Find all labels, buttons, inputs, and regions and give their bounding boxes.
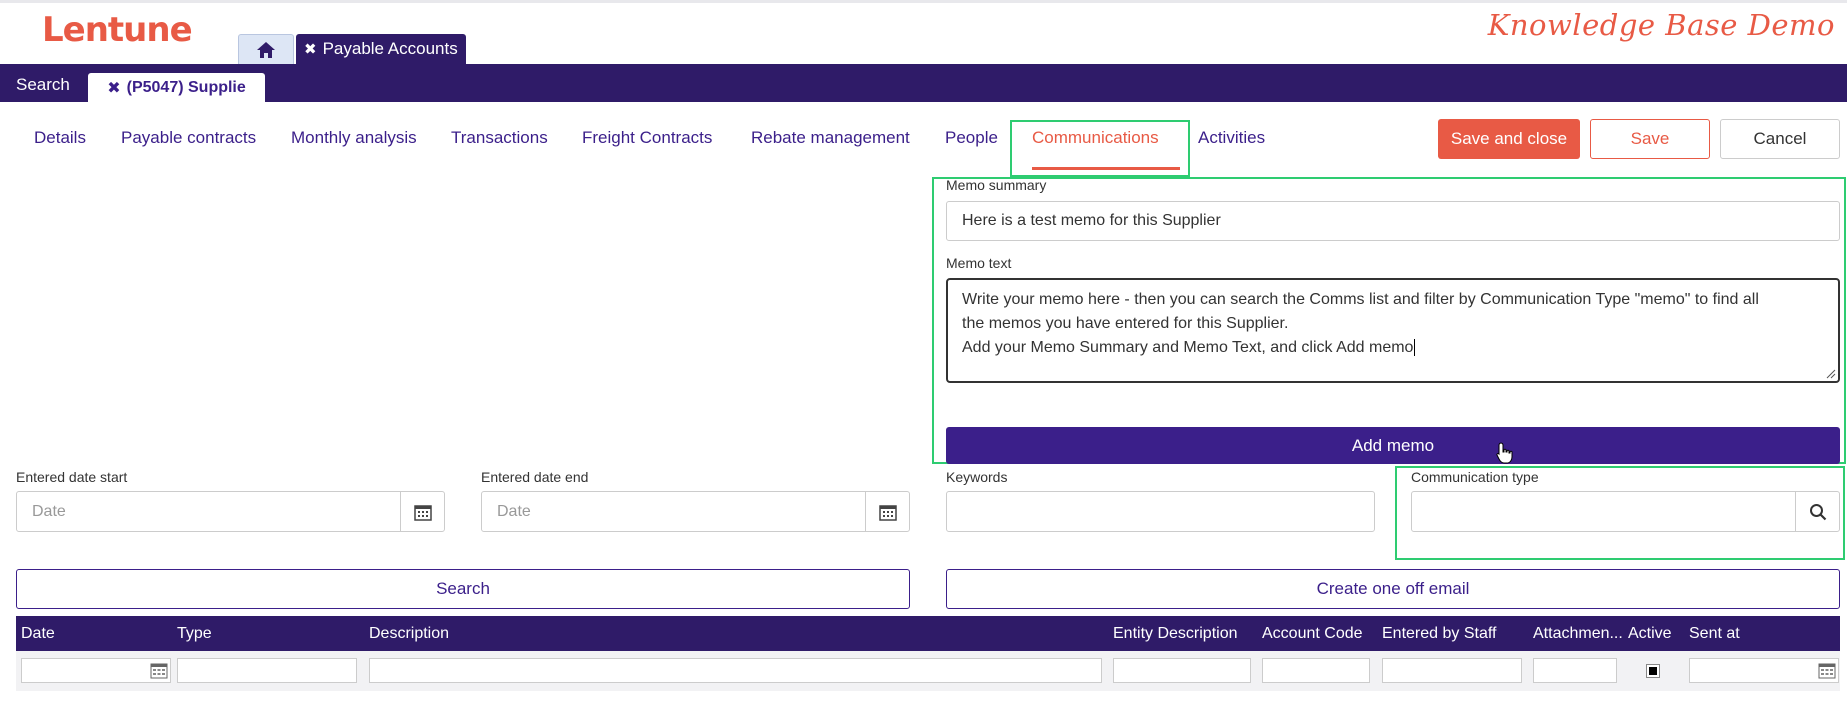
date-start-placeholder: Date [32,502,66,520]
communication-type-label: Communication type [1411,469,1539,485]
column-header-attachments[interactable]: Attachmen... [1533,625,1623,643]
filter-account-code-input[interactable] [1262,658,1370,683]
communication-type-input[interactable] [1411,491,1840,532]
column-header-active[interactable]: Active [1628,625,1672,643]
tab-details[interactable]: Details [34,128,86,148]
memo-text-label: Memo text [946,255,1012,271]
hand-cursor-icon [1496,442,1513,464]
communications-grid-header: Date Type Description Entity Description… [16,616,1840,651]
column-header-account-code[interactable]: Account Code [1262,625,1363,643]
search-button[interactable]: Search [16,569,910,609]
memo-text-line: the memos you have entered for this Supp… [962,315,1289,332]
memo-text-line: Add your Memo Summary and Memo Text, and… [962,339,1416,356]
keywords-label: Keywords [946,469,1008,485]
communication-type-search-button[interactable] [1795,492,1839,531]
column-header-type[interactable]: Type [177,625,212,643]
create-one-off-email-button[interactable]: Create one off email [946,569,1840,609]
tab-activities[interactable]: Activities [1198,128,1265,148]
column-header-sent-at[interactable]: Sent at [1689,625,1740,643]
filter-description-input[interactable] [369,658,1102,683]
active-tab-underline [1032,167,1180,170]
tab-monthly-analysis[interactable]: Monthly analysis [291,128,417,148]
add-memo-button[interactable]: Add memo [946,427,1840,464]
tab-people[interactable]: People [945,128,998,148]
grid-filter-row [16,651,1840,691]
date-end-input[interactable]: Date [481,491,910,532]
nav-search-link[interactable]: Search [16,75,70,95]
lentune-logo: Lentune [42,10,193,50]
filter-active-checkbox[interactable] [1646,664,1660,678]
calendar-icon [878,504,897,521]
home-tab[interactable] [238,34,294,64]
cancel-button[interactable]: Cancel [1720,119,1840,159]
date-start-label: Entered date start [16,469,128,485]
tab-freight-contracts[interactable]: Freight Contracts [582,128,712,148]
keywords-input[interactable] [946,491,1375,532]
memo-summary-value: Here is a test memo for this Supplier [962,212,1221,229]
record-tab[interactable]: ✖ (P5047) Supplie [88,73,265,102]
app-tab-label: Payable Accounts [322,39,458,58]
save-button[interactable]: Save [1590,119,1710,159]
resize-handle-icon[interactable] [1824,367,1836,379]
filter-entity-description-input[interactable] [1113,658,1251,683]
date-start-input[interactable]: Date [16,491,445,532]
tab-payable-contracts[interactable]: Payable contracts [121,128,256,148]
save-and-close-button[interactable]: Save and close [1438,119,1580,159]
calendar-icon[interactable] [1818,662,1836,679]
tab-rebate-management[interactable]: Rebate management [751,128,910,148]
knowledge-base-title: Knowledge Base Demo [1487,8,1835,42]
column-header-entity-description[interactable]: Entity Description [1113,625,1238,643]
tab-communications[interactable]: Communications [1032,128,1159,148]
record-tab-label: (P5047) Supplie [126,78,246,96]
calendar-icon [413,504,432,521]
search-icon [1809,503,1826,520]
memo-summary-label: Memo summary [946,177,1047,193]
memo-summary-input[interactable]: Here is a test memo for this Supplier [946,201,1840,241]
close-tab-icon[interactable]: ✖ [304,40,317,58]
filter-date-input[interactable] [21,658,171,683]
column-header-description[interactable]: Description [369,625,449,643]
tab-transactions[interactable]: Transactions [451,128,548,148]
filter-attachments-input[interactable] [1533,658,1617,683]
date-end-label: Entered date end [481,469,589,485]
top-border [0,0,1847,3]
date-end-calendar-button[interactable] [865,492,909,531]
record-navbar: Search ✖ (P5047) Supplie [0,64,1847,102]
calendar-icon[interactable] [150,662,168,679]
home-icon [257,41,275,58]
date-end-placeholder: Date [497,502,531,520]
filter-type-input[interactable] [177,658,357,683]
column-header-date[interactable]: Date [21,625,55,643]
filter-entered-by-staff-input[interactable] [1382,658,1522,683]
close-record-icon[interactable]: ✖ [107,78,120,98]
date-start-calendar-button[interactable] [400,492,444,531]
app-tab-payable-accounts[interactable]: ✖ Payable Accounts [296,34,466,64]
memo-text-area[interactable]: Write your memo here - then you can sear… [946,278,1840,383]
column-header-entered-by-staff[interactable]: Entered by Staff [1382,625,1496,643]
filter-sent-at-input[interactable] [1689,658,1839,683]
memo-text-line: Write your memo here - then you can sear… [962,291,1759,308]
